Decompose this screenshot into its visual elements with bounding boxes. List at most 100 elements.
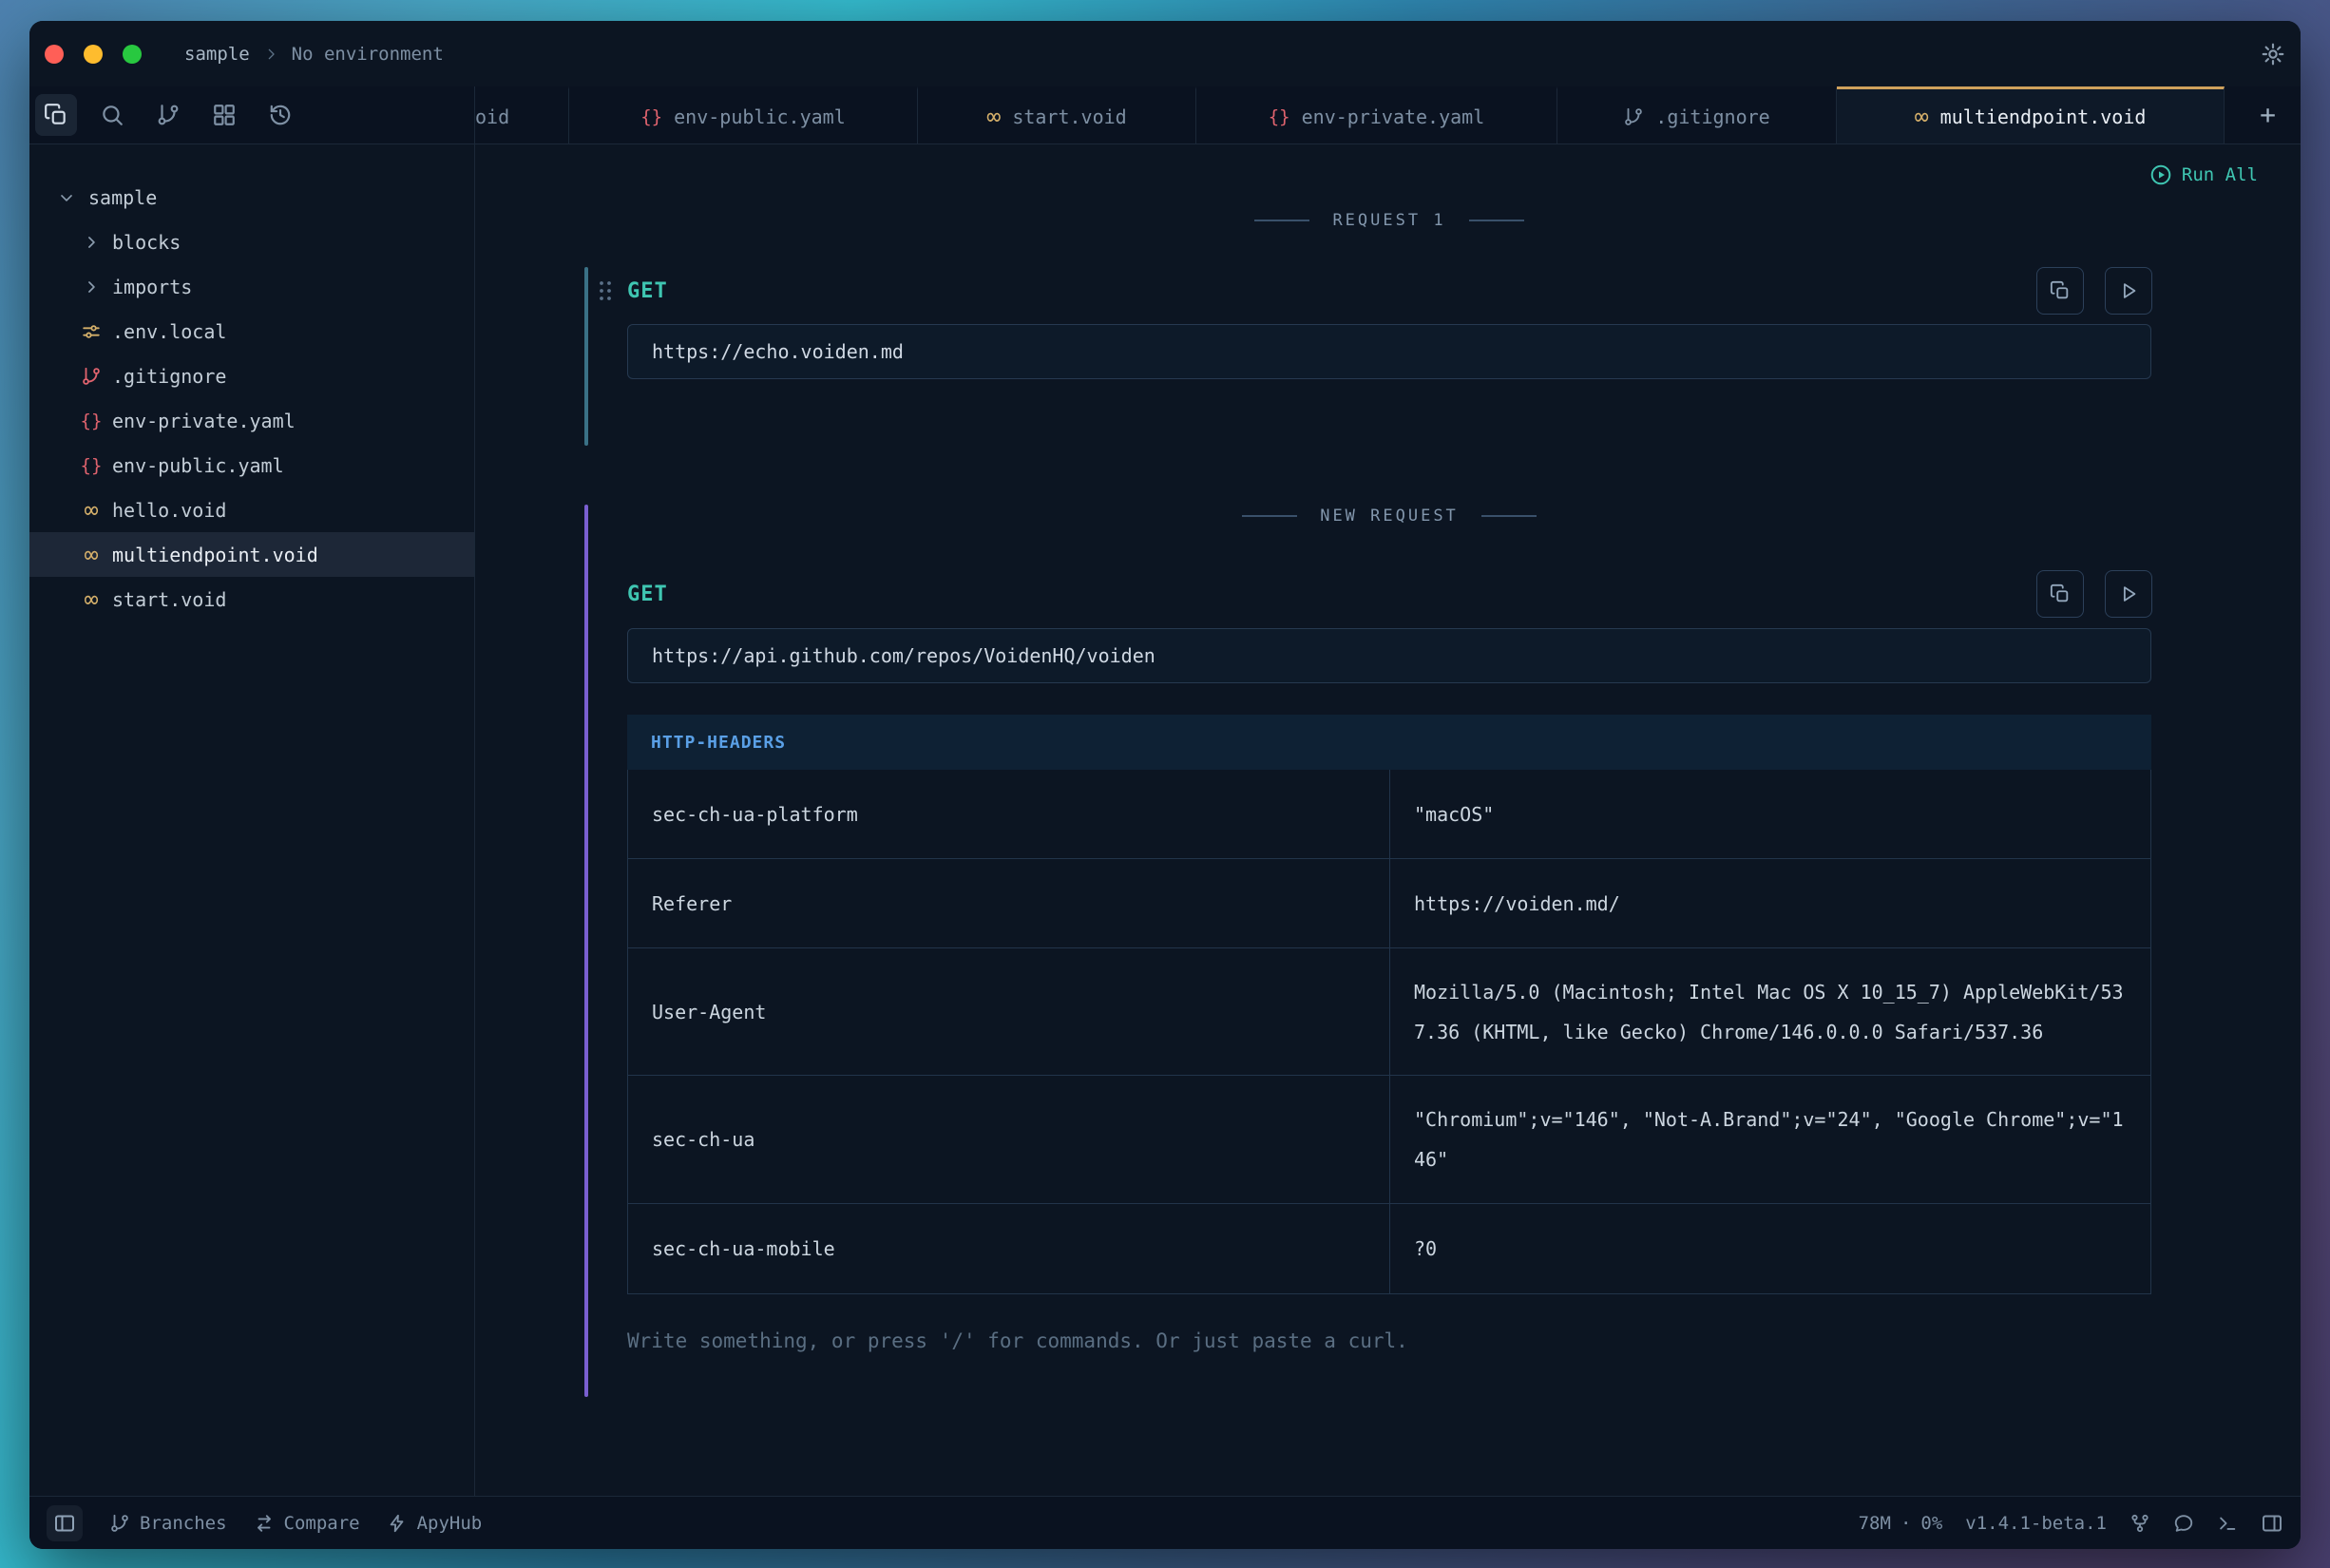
request2-url-field[interactable]: https://api.github.com/repos/VoidenHQ/vo… <box>627 628 2151 683</box>
request1-url-field[interactable]: https://echo.voiden.md <box>627 324 2151 379</box>
header-key-cell[interactable]: sec-ch-ua-mobile <box>628 1204 1390 1293</box>
drag-handle-icon[interactable] <box>597 278 621 303</box>
document-editor[interactable]: Run All REQUEST 1 GET <box>475 144 2301 1496</box>
tree-item-label: env-private.yaml <box>112 410 296 432</box>
chevron-right-icon <box>263 47 278 62</box>
header-value-cell[interactable]: "macOS" <box>1390 770 2150 858</box>
tab-gitignore[interactable]: .gitignore <box>1557 86 1837 143</box>
tree-root-sample[interactable]: sample <box>29 175 474 220</box>
header-value-cell[interactable]: "Chromium";v="146", "Not-A.Brand";v="24"… <box>1390 1076 2150 1203</box>
header-key-cell[interactable]: sec-ch-ua-platform <box>628 770 1390 858</box>
request2-method-row: GET <box>597 570 2152 618</box>
tree-item-gitignore[interactable]: .gitignore <box>29 354 474 398</box>
braces-icon: {} <box>640 106 662 127</box>
sliders-icon <box>79 321 104 342</box>
copy-request-button[interactable] <box>2036 267 2084 315</box>
braces-icon: {} <box>79 455 104 476</box>
tree-item-label: .gitignore <box>112 365 226 388</box>
url-text: https://echo.voiden.md <box>652 340 904 363</box>
compare-label: Compare <box>284 1513 360 1534</box>
copy-request-button[interactable] <box>2036 570 2084 618</box>
tree-folder-blocks[interactable]: blocks <box>29 220 474 264</box>
header-row: User-Agent Mozilla/5.0 (Macintosh; Intel… <box>628 948 2150 1076</box>
app-window: sample No environment <box>29 21 2301 1549</box>
tree-item-env-public[interactable]: {} env-public.yaml <box>29 443 474 488</box>
git-fork-icon[interactable] <box>2129 1513 2150 1534</box>
main-area: sample blocks imports <box>29 144 2301 1496</box>
branches-label: Branches <box>140 1513 227 1534</box>
tree-item-label: env-public.yaml <box>112 454 284 477</box>
divider-line <box>1469 220 1524 221</box>
infinity-icon: ∞ <box>986 105 1001 128</box>
statusbar-right: 78M · 0% v1.4.1-beta.1 <box>1859 1512 2283 1535</box>
tab-multiendpoint-void[interactable]: ∞ multiendpoint.void <box>1837 86 2225 143</box>
http-headers-panel: HTTP-HEADERS sec-ch-ua-platform "macOS" … <box>627 715 2151 1294</box>
memory-usage: 78M <box>1859 1513 1891 1534</box>
feedback-chat-icon[interactable] <box>2173 1513 2194 1534</box>
tree-item-env-private[interactable]: {} env-private.yaml <box>29 398 474 443</box>
project-name: sample <box>184 44 250 65</box>
close-window-button[interactable] <box>45 45 64 64</box>
git-branch-icon <box>79 366 104 387</box>
apyhub-button[interactable]: ApyHub <box>387 1513 483 1534</box>
compare-button[interactable]: Compare <box>254 1513 360 1534</box>
terminal-icon[interactable] <box>2217 1513 2238 1534</box>
history-icon[interactable] <box>259 94 301 136</box>
new-tab-button[interactable]: + <box>2260 102 2276 128</box>
tree-item-start-void[interactable]: ∞ start.void <box>29 577 474 621</box>
maximize-window-button[interactable] <box>123 45 142 64</box>
run-all-button[interactable]: Run All <box>2149 163 2258 186</box>
apyhub-icon <box>387 1513 408 1534</box>
request1-method-row: GET <box>597 267 2152 315</box>
tab-start-void[interactable]: ∞ start.void <box>918 86 1196 143</box>
git-branch-icon[interactable] <box>147 94 189 136</box>
infinity-icon: ∞ <box>79 543 104 566</box>
tab-label: env-private.yaml <box>1302 105 1485 128</box>
git-branch-icon <box>1623 106 1644 127</box>
activity-bar <box>29 86 475 143</box>
tree-item-label: multiendpoint.void <box>112 544 318 566</box>
run-all-label: Run All <box>2182 164 2258 185</box>
settings-gear-icon[interactable] <box>2261 42 2285 67</box>
breadcrumb: sample No environment <box>184 44 444 65</box>
header-key-cell[interactable]: Referer <box>628 859 1390 947</box>
tab-env-private[interactable]: {} env-private.yaml <box>1196 86 1557 143</box>
http-method-label: GET <box>627 279 668 303</box>
divider-label: NEW REQUEST <box>1320 507 1459 526</box>
header-value-cell[interactable]: ?0 <box>1390 1204 2150 1293</box>
request1-accent-bar <box>584 267 588 446</box>
header-key-cell[interactable]: sec-ch-ua <box>628 1076 1390 1203</box>
apyhub-label: ApyHub <box>417 1513 483 1534</box>
tree-item-hello-void[interactable]: ∞ hello.void <box>29 488 474 532</box>
editor-placeholder[interactable]: Write something, or press '/' for comman… <box>627 1329 1408 1352</box>
tree-item-env-local[interactable]: .env.local <box>29 309 474 354</box>
sidebar-toggle-button[interactable] <box>47 1505 83 1541</box>
braces-icon: {} <box>1269 106 1290 127</box>
branches-button[interactable]: Branches <box>109 1513 227 1534</box>
header-key-cell[interactable]: User-Agent <box>628 948 1390 1075</box>
header-value-cell[interactable]: Mozilla/5.0 (Macintosh; Intel Mac OS X 1… <box>1390 948 2150 1075</box>
run-request-button[interactable] <box>2105 267 2152 315</box>
tree-folder-imports[interactable]: imports <box>29 264 474 309</box>
environment-selector[interactable]: No environment <box>292 44 444 65</box>
tree-item-label: imports <box>112 276 192 298</box>
window-controls <box>29 45 142 64</box>
tab-label: env-public.yaml <box>674 105 846 128</box>
panel-right-icon[interactable] <box>2261 1512 2283 1535</box>
tab-strip: oid {} env-public.yaml ∞ start.void {} e… <box>475 86 2301 143</box>
tree-root-label: sample <box>88 186 157 209</box>
search-icon[interactable] <box>91 94 133 136</box>
request1-divider: REQUEST 1 <box>627 211 2151 230</box>
tab-label: .gitignore <box>1655 105 1769 128</box>
header-value-cell[interactable]: https://voiden.md/ <box>1390 859 2150 947</box>
run-request-button[interactable] <box>2105 570 2152 618</box>
file-explorer: sample blocks imports <box>29 144 475 1496</box>
cpu-usage: 0% <box>1920 1513 1942 1534</box>
tab-env-public[interactable]: {} env-public.yaml <box>569 86 918 143</box>
blocks-icon[interactable] <box>203 94 245 136</box>
files-icon[interactable] <box>35 94 77 136</box>
tab-label: start.void <box>1012 105 1126 128</box>
tree-item-multiendpoint-void[interactable]: ∞ multiendpoint.void <box>29 532 474 577</box>
tab-truncated[interactable]: oid <box>475 86 569 143</box>
minimize-window-button[interactable] <box>84 45 103 64</box>
